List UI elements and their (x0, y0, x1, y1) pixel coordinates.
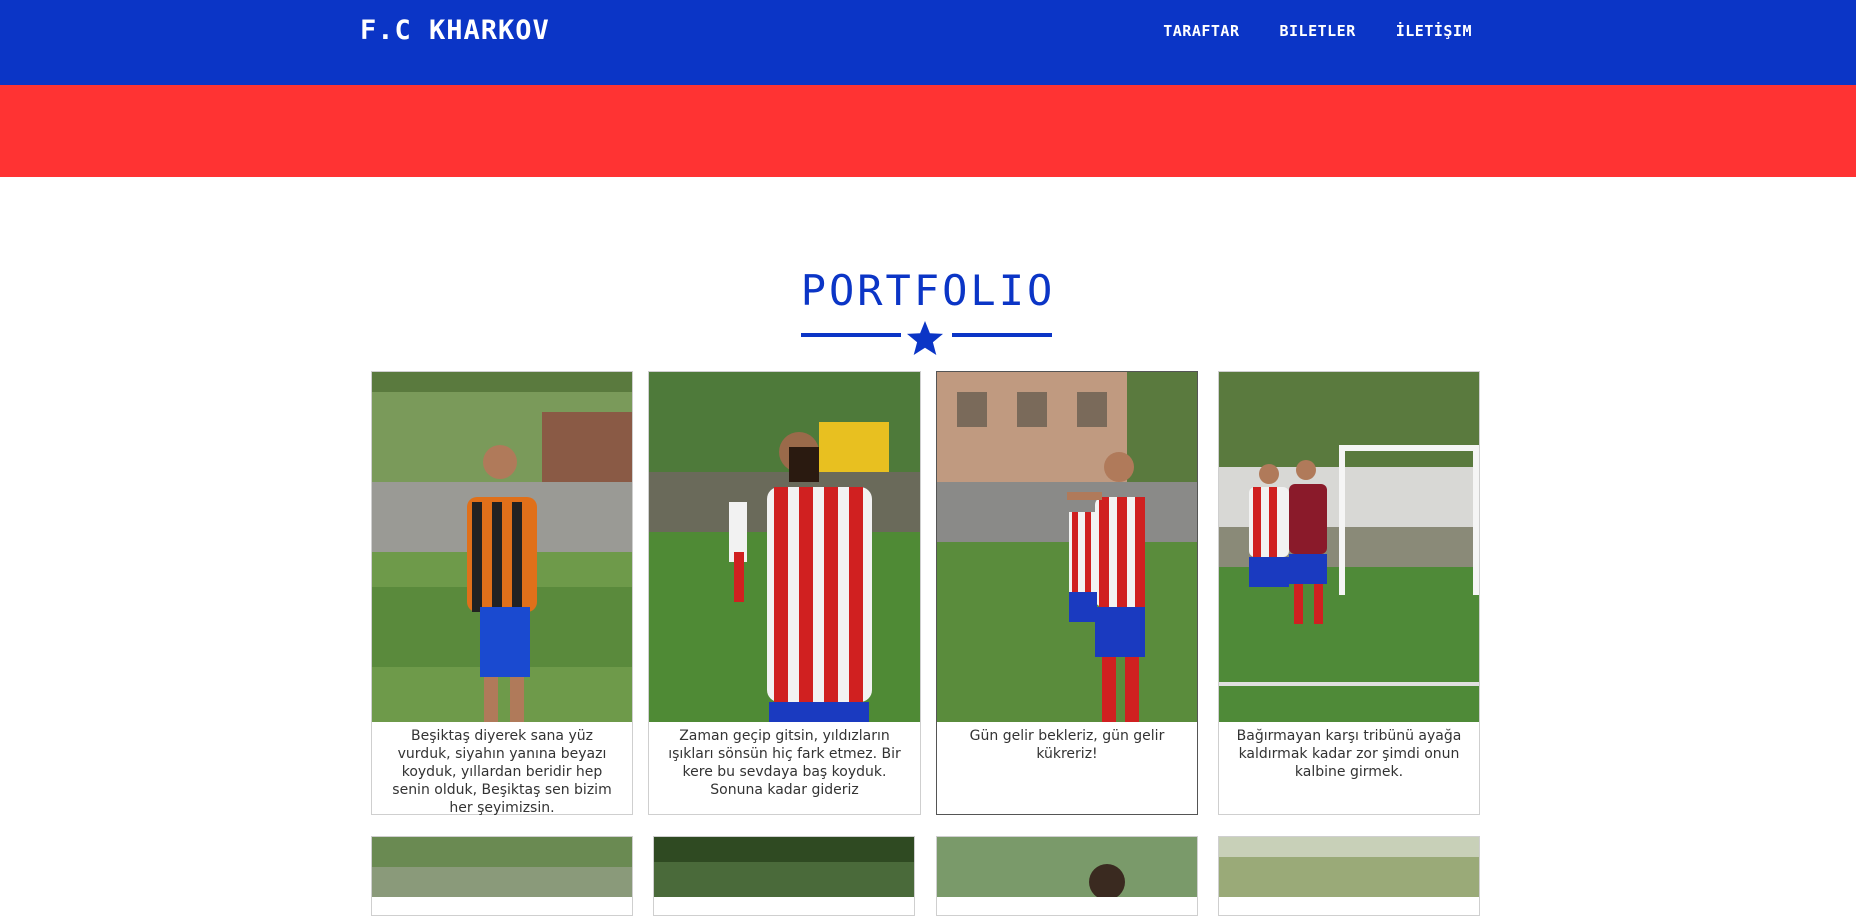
portfolio-photo (654, 837, 914, 897)
portfolio-caption: Zaman geçip gitsin, yıldızların ışıkları… (668, 728, 901, 798)
top-navbar: F.C KHARKOV TARAFTAR BILETLER İLETİŞIM (0, 0, 1856, 85)
portfolio-card[interactable] (653, 836, 915, 916)
brand-logo[interactable]: F.C KHARKOV (360, 15, 550, 46)
nav-link-taraftar[interactable]: TARAFTAR (1163, 22, 1239, 40)
portfolio-caption: Bağırmayan karşı tribünü ayağa kaldırmak… (1236, 728, 1462, 780)
portfolio-photo (649, 372, 920, 722)
hero-band (0, 85, 1856, 177)
nav-link-iletisim[interactable]: İLETİŞIM (1396, 22, 1472, 40)
portfolio-photo (1219, 837, 1479, 897)
portfolio-photo (372, 372, 632, 722)
portfolio-card[interactable]: Gün gelir bekleriz, gün gelir kükreriz! (936, 371, 1198, 815)
divider-line-left (801, 333, 901, 337)
portfolio-photo (937, 837, 1197, 897)
portfolio-caption: Gün gelir bekleriz, gün gelir kükreriz! (969, 728, 1165, 762)
portfolio-photo (372, 837, 632, 897)
portfolio-caption: Beşiktaş diyerek sana yüz vurduk, siyahı… (392, 728, 612, 816)
star-icon (907, 321, 943, 355)
portfolio-photo (1219, 372, 1479, 722)
portfolio-card[interactable] (936, 836, 1198, 916)
portfolio-card[interactable]: Bağırmayan karşı tribünü ayağa kaldırmak… (1218, 371, 1480, 815)
divider-line-right (952, 333, 1052, 337)
section-title: PORTFOLIO (800, 266, 1056, 315)
portfolio-card[interactable] (1218, 836, 1480, 916)
portfolio-card[interactable]: Beşiktaş diyerek sana yüz vurduk, siyahı… (371, 371, 633, 816)
main-nav: TARAFTAR BILETLER İLETİŞIM (1163, 22, 1472, 40)
title-divider (800, 320, 1052, 360)
portfolio-card[interactable]: Zaman geçip gitsin, yıldızların ışıkları… (648, 371, 921, 815)
nav-link-biletler[interactable]: BILETLER (1280, 22, 1356, 40)
portfolio-card[interactable] (371, 836, 633, 916)
portfolio-photo (937, 372, 1197, 722)
